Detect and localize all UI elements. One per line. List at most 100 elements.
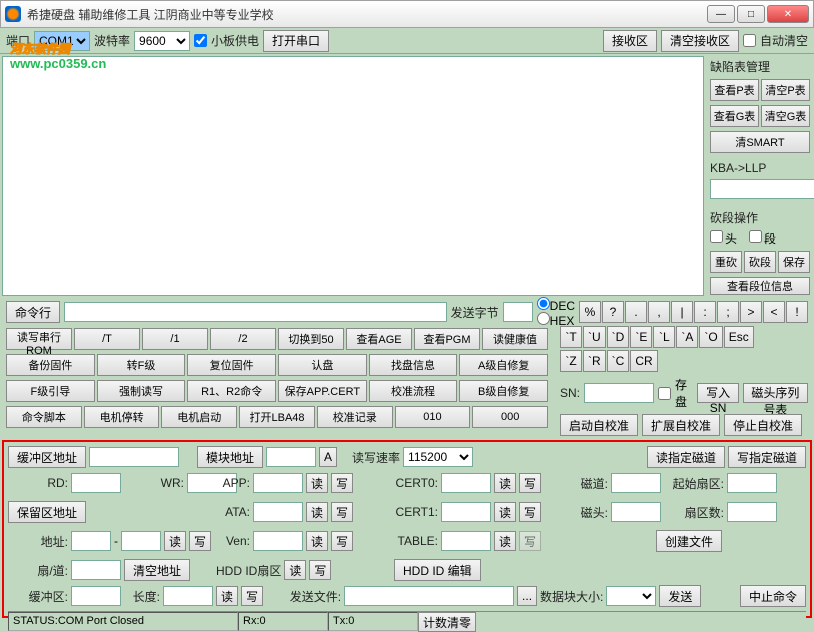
grid-打开LBA48[interactable]: 打开LBA48 bbox=[239, 406, 315, 428]
ata-write[interactable]: 写 bbox=[331, 502, 353, 522]
save-button[interactable]: 保存 bbox=[778, 251, 810, 273]
minimize-button[interactable]: — bbox=[707, 5, 735, 23]
addr-write-button[interactable]: 写 bbox=[189, 531, 211, 551]
stop-calib-button[interactable]: 停止自校准 bbox=[724, 414, 802, 436]
app-write[interactable]: 写 bbox=[331, 473, 353, 493]
key-Esc[interactable]: Esc bbox=[724, 326, 754, 348]
grid-保存APP.CERT[interactable]: 保存APP.CERT bbox=[278, 380, 367, 402]
key-CR[interactable]: CR bbox=[630, 350, 657, 372]
grid-复位固件[interactable]: 复位固件 bbox=[187, 354, 276, 376]
abort-button[interactable]: 中止命令 bbox=[740, 585, 806, 607]
close-button[interactable]: ✕ bbox=[767, 5, 809, 23]
app-read[interactable]: 读 bbox=[306, 473, 328, 493]
grid-查看PGM[interactable]: 查看PGM bbox=[414, 328, 480, 350]
key-.[interactable]: . bbox=[625, 301, 647, 323]
hdd-write[interactable]: 写 bbox=[309, 560, 331, 580]
send-file-input[interactable] bbox=[344, 586, 514, 606]
grid-F级引导[interactable]: F级引导 bbox=[6, 380, 95, 402]
grid-000[interactable]: 000 bbox=[472, 406, 548, 428]
clear-addr-button[interactable]: 清空地址 bbox=[124, 559, 190, 581]
ext-calib-button[interactable]: 扩展自校准 bbox=[642, 414, 720, 436]
ven-input[interactable] bbox=[253, 531, 303, 551]
auto-clear-checkbox[interactable] bbox=[743, 34, 756, 47]
key-|[interactable]: | bbox=[671, 301, 693, 323]
buf-addr-button[interactable]: 缓冲区地址 bbox=[8, 446, 86, 468]
head-input[interactable] bbox=[611, 502, 661, 522]
table-input[interactable] bbox=[441, 531, 491, 551]
clear-recv-button[interactable]: 清空接收区 bbox=[661, 30, 739, 52]
grid-读健康值[interactable]: 读健康值 bbox=[482, 328, 548, 350]
grid-强制读写[interactable]: 强制读写 bbox=[97, 380, 186, 402]
start-calib-button[interactable]: 启动自校准 bbox=[560, 414, 638, 436]
rd-input[interactable] bbox=[71, 473, 121, 493]
grid-命令脚本[interactable]: 命令脚本 bbox=[6, 406, 82, 428]
key-,[interactable]: , bbox=[648, 301, 670, 323]
cert0-read[interactable]: 读 bbox=[494, 473, 516, 493]
start-sector-input[interactable] bbox=[727, 473, 777, 493]
view-p-button[interactable]: 查看P表 bbox=[710, 79, 759, 101]
head-checkbox[interactable] bbox=[710, 230, 723, 243]
seg-info-button[interactable]: 查看段位信息 bbox=[710, 277, 810, 295]
grid-010[interactable]: 010 bbox=[395, 406, 471, 428]
block-size-select[interactable] bbox=[606, 586, 656, 606]
clear-p-button[interactable]: 清空P表 bbox=[761, 79, 810, 101]
track-input[interactable] bbox=[611, 473, 661, 493]
mod-addr-button[interactable]: 模块地址 bbox=[197, 446, 263, 468]
buf-write[interactable]: 写 bbox=[241, 586, 263, 606]
buf-read[interactable]: 读 bbox=[216, 586, 238, 606]
key-![interactable]: ! bbox=[786, 301, 808, 323]
cert0-input[interactable] bbox=[441, 473, 491, 493]
grid-认盘[interactable]: 认盘 bbox=[278, 354, 367, 376]
baud-select[interactable]: 9600 bbox=[134, 31, 190, 51]
cert1-input[interactable] bbox=[441, 502, 491, 522]
hdd-edit-button[interactable]: HDD ID 编辑 bbox=[394, 559, 481, 581]
grid-/1[interactable]: /1 bbox=[142, 328, 208, 350]
maximize-button[interactable]: □ bbox=[737, 5, 765, 23]
dec-radio[interactable] bbox=[537, 297, 550, 310]
key-`E[interactable]: `E bbox=[630, 326, 652, 348]
addr2-input[interactable] bbox=[121, 531, 161, 551]
key-`D[interactable]: `D bbox=[607, 326, 630, 348]
reset-count-button[interactable]: 计数清零 bbox=[418, 612, 476, 632]
recv-button[interactable]: 接收区 bbox=[603, 30, 657, 52]
hdd-read[interactable]: 读 bbox=[284, 560, 306, 580]
grid-电机启动[interactable]: 电机启动 bbox=[161, 406, 237, 428]
key->[interactable]: > bbox=[740, 301, 762, 323]
grid-校准记录[interactable]: 校准记录 bbox=[317, 406, 393, 428]
cert1-write[interactable]: 写 bbox=[519, 502, 541, 522]
cache-checkbox[interactable] bbox=[658, 387, 671, 400]
grid-校准流程[interactable]: 校准流程 bbox=[369, 380, 458, 402]
browse-button[interactable]: ... bbox=[517, 586, 537, 606]
rspeed-select[interactable]: 115200 bbox=[403, 447, 473, 467]
cert0-write[interactable]: 写 bbox=[519, 473, 541, 493]
send-button[interactable]: 发送 bbox=[659, 585, 701, 607]
grid-B级自修复[interactable]: B级自修复 bbox=[459, 380, 548, 402]
grid-电机停转[interactable]: 电机停转 bbox=[84, 406, 160, 428]
write-sn-button[interactable]: 写入SN bbox=[697, 383, 738, 403]
key-%[interactable]: % bbox=[579, 301, 601, 323]
app-input[interactable] bbox=[253, 473, 303, 493]
grid-A级自修复[interactable]: A级自修复 bbox=[459, 354, 548, 376]
log-area[interactable] bbox=[2, 56, 704, 296]
addr1-input[interactable] bbox=[71, 531, 111, 551]
buf-input[interactable] bbox=[71, 586, 121, 606]
grid-/2[interactable]: /2 bbox=[210, 328, 276, 350]
grid-找盘信息[interactable]: 找盘信息 bbox=[369, 354, 458, 376]
grid-切换到50[interactable]: 切换到50 bbox=[278, 328, 344, 350]
write-track-button[interactable]: 写指定磁道 bbox=[728, 446, 806, 468]
grid-查看AGE[interactable]: 查看AGE bbox=[346, 328, 412, 350]
key-`O[interactable]: `O bbox=[699, 326, 722, 348]
save-addr-button[interactable]: 保留区地址 bbox=[8, 501, 86, 523]
cert1-read[interactable]: 读 bbox=[494, 502, 516, 522]
key-`Z[interactable]: `Z bbox=[560, 350, 582, 372]
seg-checkbox[interactable] bbox=[749, 230, 762, 243]
key-`A[interactable]: `A bbox=[676, 326, 698, 348]
send-byte-input[interactable] bbox=[503, 302, 533, 322]
kba-input[interactable] bbox=[710, 179, 814, 199]
len-input[interactable] bbox=[163, 586, 213, 606]
table-read[interactable]: 读 bbox=[494, 531, 516, 551]
key-`R[interactable]: `R bbox=[583, 350, 606, 372]
cut-button[interactable]: 砍段 bbox=[744, 251, 776, 273]
key-`L[interactable]: `L bbox=[653, 326, 675, 348]
key-:[interactable]: : bbox=[694, 301, 716, 323]
